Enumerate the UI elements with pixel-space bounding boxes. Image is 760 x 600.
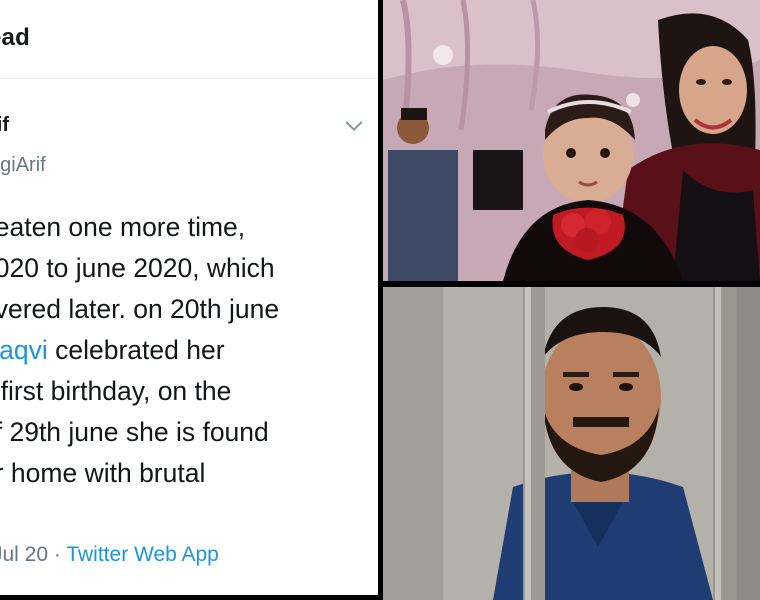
tweet-line: overed later. on 20th june <box>0 294 280 324</box>
tweet-line-text: celebrated her <box>47 335 225 365</box>
photo-man-behind-bars <box>383 287 760 600</box>
tweet-source-link[interactable]: Twitter Web App <box>66 543 219 566</box>
collage: ead rif agiArif beaten one more time, 20… <box>0 0 760 600</box>
tweet-line: Naqvi celebrated her <box>0 330 378 371</box>
tweet-line: of 29th june she is found <box>0 417 269 447</box>
tweet-body: beaten one more time, 2020 to june 2020,… <box>0 207 378 494</box>
header-divider <box>0 78 378 79</box>
tweet-line: s first birthday, on the <box>0 376 232 406</box>
tweet-line: er home with brutal <box>0 458 206 488</box>
tweet-line: 2020 to june 2020, which <box>0 253 275 283</box>
mention-link[interactable]: Naqvi <box>0 335 48 365</box>
tweet-line: beaten one more time, <box>0 212 246 242</box>
tweet-panel: ead rif agiArif beaten one more time, 20… <box>0 0 378 595</box>
tweet-meta: Jul 20 · Twitter Web App <box>0 540 219 570</box>
tweet-date[interactable]: Jul 20 <box>0 543 48 566</box>
chevron-down-icon[interactable] <box>343 115 365 137</box>
photo-woman-holding-baby <box>383 0 760 281</box>
author-handle[interactable]: agiArif <box>0 150 46 180</box>
thread-header-title: ead <box>0 24 30 51</box>
author-name[interactable]: rif <box>0 110 9 140</box>
meta-separator: · <box>48 543 67 566</box>
